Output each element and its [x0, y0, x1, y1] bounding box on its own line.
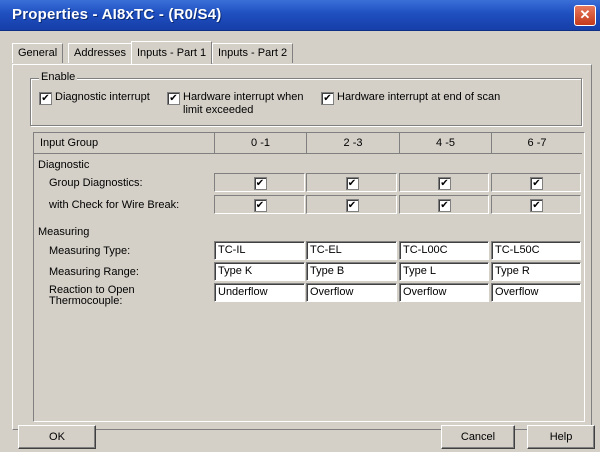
- help-button[interactable]: Help: [527, 425, 595, 449]
- wire-break-checkbox-2-3[interactable]: ✔: [345, 199, 359, 212]
- measuring-range-0-1[interactable]: Type K: [214, 262, 305, 281]
- parameter-table: Input Group 0 -1 2 -3 4 -5 6 -7 Diagnost…: [33, 132, 585, 422]
- enable-group: Enable ✔ Diagnostic interrupt ✔ Hardware…: [30, 71, 582, 126]
- tab-inputs-part-1[interactable]: Inputs - Part 1: [131, 41, 213, 64]
- group-header-0-1: 0 -1: [215, 133, 307, 153]
- tab-inputs-part-2[interactable]: Inputs - Part 2: [212, 43, 294, 63]
- wire-break-cell-0-1[interactable]: ✔: [214, 195, 305, 214]
- group-diagnostics-cell-2-3[interactable]: ✔: [306, 173, 397, 192]
- group-diagnostics-cell-4-5[interactable]: ✔: [399, 173, 489, 192]
- tab-addresses[interactable]: Addresses: [68, 43, 132, 63]
- group-diagnostics-cell-0-1[interactable]: ✔: [214, 173, 305, 192]
- group-header-4-5: 4 -5: [400, 133, 492, 153]
- enable-legend: Enable: [39, 71, 78, 83]
- reaction-6-7[interactable]: Overflow: [491, 283, 581, 302]
- wire-break-cell-6-7[interactable]: ✔: [491, 195, 581, 214]
- measuring-type-0-1[interactable]: TC-IL: [214, 241, 305, 260]
- ok-button[interactable]: OK: [18, 425, 96, 449]
- reaction-0-1[interactable]: Underflow: [214, 283, 305, 302]
- wire-break-cell-4-5[interactable]: ✔: [399, 195, 489, 214]
- cancel-button[interactable]: Cancel: [441, 425, 515, 449]
- measuring-range-4-5[interactable]: Type L: [399, 262, 489, 281]
- diagnostic-interrupt-label: Diagnostic interrupt: [55, 91, 150, 103]
- window-title: Properties - AI8xTC - (R0/S4): [12, 6, 222, 23]
- tab-panel-inputs-part-1: Enable ✔ Diagnostic interrupt ✔ Hardware…: [12, 64, 592, 430]
- hardware-interrupt-end-of-scan-label: Hardware interrupt at end of scan: [337, 91, 501, 103]
- group-diagnostics-cell-6-7[interactable]: ✔: [491, 173, 581, 192]
- hardware-interrupt-limit-label-line2: limit exceeded: [183, 104, 254, 116]
- wire-break-checkbox-4-5[interactable]: ✔: [438, 199, 451, 212]
- diagnostic-interrupt-checkbox[interactable]: ✔: [39, 92, 52, 105]
- measuring-range-2-3[interactable]: Type B: [306, 262, 397, 281]
- diagnostic-section-label: Diagnostic: [38, 159, 90, 171]
- group-header-6-7: 6 -7: [492, 133, 582, 153]
- measuring-type-6-7[interactable]: TC-L50C: [491, 241, 581, 260]
- wire-break-checkbox-6-7[interactable]: ✔: [530, 199, 543, 212]
- reaction-4-5[interactable]: Overflow: [399, 283, 489, 302]
- group-diagnostics-checkbox-2-3[interactable]: ✔: [345, 177, 359, 190]
- group-diagnostics-checkbox-6-7[interactable]: ✔: [530, 177, 543, 190]
- measuring-range-6-7[interactable]: Type R: [491, 262, 581, 281]
- tab-general[interactable]: General: [12, 43, 64, 63]
- wire-break-cell-2-3[interactable]: ✔: [306, 195, 397, 214]
- hardware-interrupt-end-of-scan-checkbox[interactable]: ✔: [321, 92, 334, 105]
- wire-break-checkbox-0-1[interactable]: ✔: [253, 199, 267, 212]
- group-diagnostics-checkbox-0-1[interactable]: ✔: [253, 177, 267, 190]
- hardware-interrupt-limit-checkbox[interactable]: ✔: [167, 92, 180, 105]
- table-header: Input Group 0 -1 2 -3 4 -5 6 -7: [34, 133, 582, 154]
- measuring-type-2-3[interactable]: TC-EL: [306, 241, 397, 260]
- title-bar[interactable]: Properties - AI8xTC - (R0/S4) ✕: [0, 0, 600, 31]
- input-group-header: Input Group: [34, 133, 215, 153]
- measuring-section-label: Measuring: [38, 226, 90, 238]
- measuring-type-label: Measuring Type:: [49, 245, 131, 257]
- hardware-interrupt-limit-label-line1: Hardware interrupt when: [183, 91, 304, 103]
- reaction-2-3[interactable]: Overflow: [306, 283, 397, 302]
- measuring-range-label: Measuring Range:: [49, 266, 139, 278]
- dialog-body: General Addresses Inputs - Part 1 Inputs…: [0, 31, 600, 452]
- close-button[interactable]: ✕: [574, 5, 596, 26]
- measuring-type-4-5[interactable]: TC-L00C: [399, 241, 489, 260]
- reaction-label-line2: Thermocouple:: [49, 295, 123, 307]
- wire-break-label: with Check for Wire Break:: [49, 199, 180, 211]
- group-header-2-3: 2 -3: [307, 133, 400, 153]
- group-diagnostics-label: Group Diagnostics:: [49, 177, 143, 189]
- group-diagnostics-checkbox-4-5[interactable]: ✔: [438, 177, 451, 190]
- close-icon: ✕: [579, 7, 591, 22]
